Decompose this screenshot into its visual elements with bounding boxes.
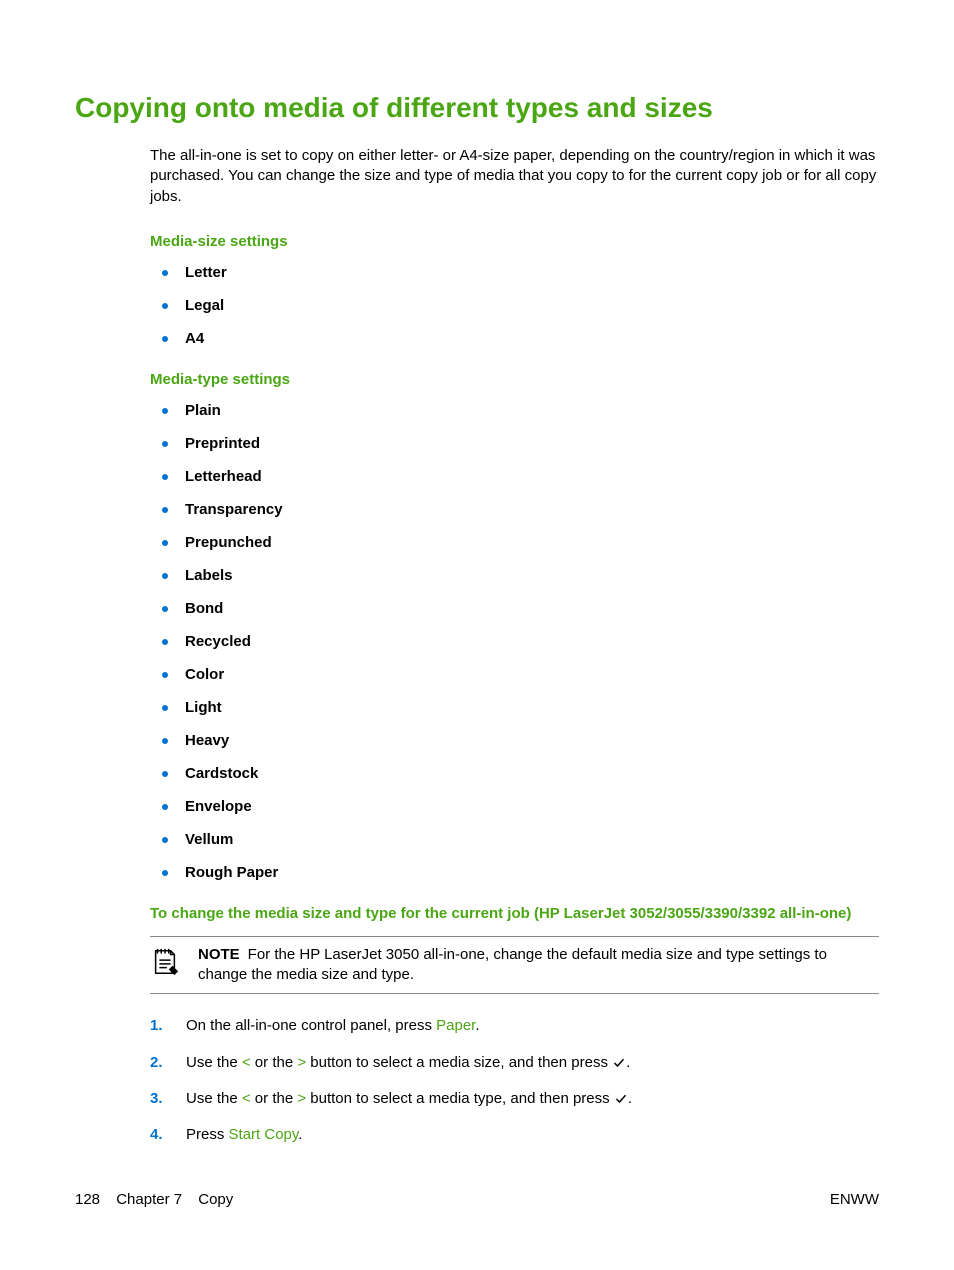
step-text: or the xyxy=(251,1054,298,1071)
step-text: . xyxy=(626,1054,630,1071)
note-box: NOTEFor the HP LaserJet 3050 all-in-one,… xyxy=(150,936,879,995)
check-icon xyxy=(614,1093,628,1105)
step-text: button to select a media type, and then … xyxy=(306,1090,614,1107)
page-number: 128 xyxy=(75,1191,100,1208)
step-text: Use the xyxy=(186,1054,242,1071)
list-item: Bond xyxy=(150,600,879,617)
step-text: . xyxy=(298,1126,302,1143)
section-label: Copy xyxy=(198,1191,233,1208)
media-size-list: Letter Legal A4 xyxy=(150,264,879,347)
check-icon xyxy=(612,1057,626,1069)
list-item: Letterhead xyxy=(150,468,879,485)
button-ref-paper: Paper xyxy=(436,1017,475,1034)
step-text: . xyxy=(628,1090,632,1107)
list-item: Labels xyxy=(150,567,879,584)
button-ref-right: > xyxy=(297,1090,306,1107)
list-item: Heavy xyxy=(150,732,879,749)
list-item: Light xyxy=(150,699,879,716)
button-ref-right: > xyxy=(297,1054,306,1071)
step-text: Press xyxy=(186,1126,229,1143)
page-title: Copying onto media of different types an… xyxy=(75,92,879,124)
note-label: NOTE xyxy=(198,946,240,963)
note-body: For the HP LaserJet 3050 all-in-one, cha… xyxy=(198,946,827,983)
step-text: On the all-in-one control panel, press xyxy=(186,1017,436,1034)
note-icon xyxy=(150,945,180,982)
step-item: On the all-in-one control panel, press P… xyxy=(150,1016,879,1036)
step-text: . xyxy=(475,1017,479,1034)
step-item: Press Start Copy. xyxy=(150,1125,879,1145)
list-item: Letter xyxy=(150,264,879,281)
footer-left: 128 Chapter 7 Copy xyxy=(75,1191,245,1208)
list-item: Plain xyxy=(150,402,879,419)
step-item: Use the < or the > button to select a me… xyxy=(150,1053,879,1073)
intro-paragraph: The all-in-one is set to copy on either … xyxy=(150,146,879,207)
note-text: NOTEFor the HP LaserJet 3050 all-in-one,… xyxy=(198,945,879,986)
media-type-list: Plain Preprinted Letterhead Transparency… xyxy=(150,402,879,881)
list-item: Transparency xyxy=(150,501,879,518)
change-heading: To change the media size and type for th… xyxy=(150,905,879,922)
page-footer: 128 Chapter 7 Copy ENWW xyxy=(75,1191,879,1208)
list-item: Legal xyxy=(150,297,879,314)
list-item: Prepunched xyxy=(150,534,879,551)
footer-lang: ENWW xyxy=(830,1191,879,1208)
media-type-heading: Media-type settings xyxy=(150,371,879,388)
steps-list: On the all-in-one control panel, press P… xyxy=(150,1016,879,1145)
list-item: Color xyxy=(150,666,879,683)
step-text: Use the xyxy=(186,1090,242,1107)
step-text: button to select a media size, and then … xyxy=(306,1054,612,1071)
chapter-label: Chapter 7 xyxy=(116,1191,182,1208)
list-item: Rough Paper xyxy=(150,864,879,881)
button-ref-start-copy: Start Copy xyxy=(229,1126,299,1143)
list-item: Envelope xyxy=(150,798,879,815)
button-ref-left: < xyxy=(242,1090,251,1107)
list-item: Recycled xyxy=(150,633,879,650)
list-item: Preprinted xyxy=(150,435,879,452)
media-size-heading: Media-size settings xyxy=(150,233,879,250)
list-item: Vellum xyxy=(150,831,879,848)
list-item: Cardstock xyxy=(150,765,879,782)
step-text: or the xyxy=(251,1090,298,1107)
step-item: Use the < or the > button to select a me… xyxy=(150,1089,879,1109)
list-item: A4 xyxy=(150,330,879,347)
button-ref-left: < xyxy=(242,1054,251,1071)
